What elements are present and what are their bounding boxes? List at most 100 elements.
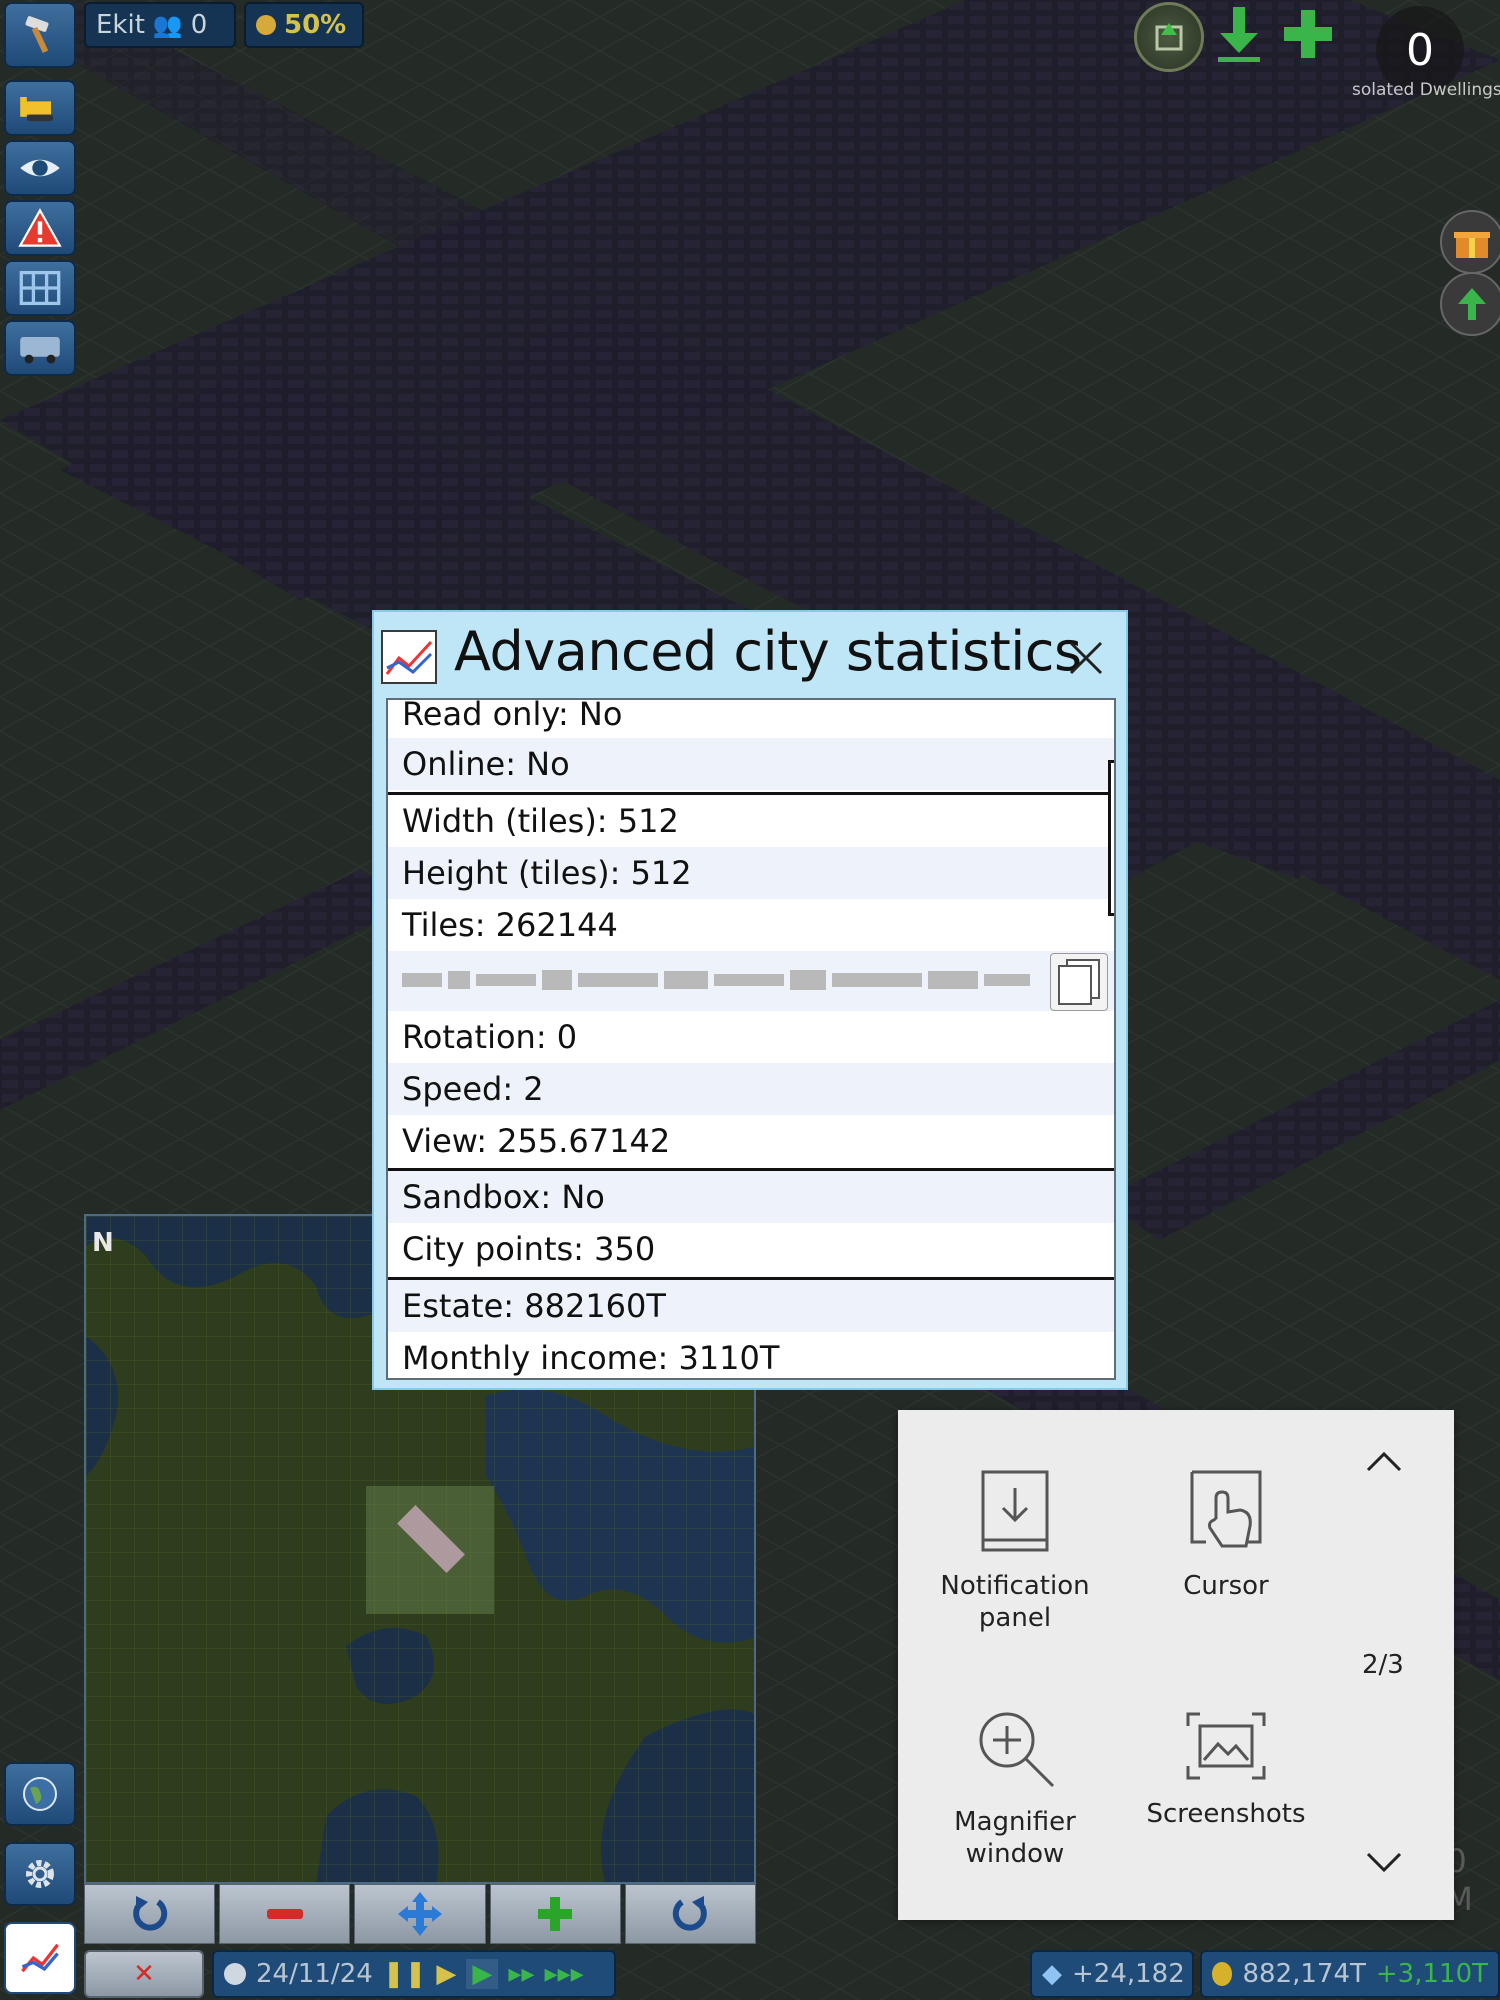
population-icon: 👥: [152, 11, 183, 39]
stat-row-tiles: Tiles: 262144: [402, 906, 618, 944]
game-date: 24/11/24: [256, 1959, 373, 1989]
plus-icon: [1284, 10, 1332, 58]
money-value: 882,174T: [1242, 1959, 1366, 1989]
city-name: Ekit: [96, 10, 145, 40]
minus-icon: [266, 1909, 303, 1919]
stat-row-width: Width (tiles): 512: [402, 802, 679, 840]
play-fast-button[interactable]: ▸▸: [508, 1959, 534, 1989]
magnifier-window-item[interactable]: Magnifier window: [915, 1706, 1115, 1870]
advanced-city-statistics-dialog: Advanced city statistics Read only: No O…: [372, 610, 1128, 1390]
screenshot-icon: [1186, 1712, 1266, 1780]
chevron-up-icon: [1366, 1451, 1402, 1472]
close-minimap-button[interactable]: ✕: [84, 1950, 204, 1998]
diamonds-value: +24,182: [1072, 1959, 1185, 1989]
vehicles-tool-button[interactable]: [4, 80, 76, 136]
diamonds-display[interactable]: ◆ +24,182: [1030, 1950, 1194, 1998]
scrambled-text-image: [402, 970, 1030, 990]
screenshots-label: Screenshots: [1146, 1799, 1306, 1829]
zoom-out-button[interactable]: [219, 1884, 351, 1944]
zoom-in-button[interactable]: [489, 1884, 621, 1944]
plus-icon: [538, 1897, 573, 1931]
next-page-button[interactable]: [1364, 1850, 1408, 1880]
bulldozer-icon: [20, 97, 54, 122]
stat-row-view: View: 255.67142: [402, 1122, 671, 1160]
world-button[interactable]: [4, 1762, 76, 1826]
population-count: 0: [190, 10, 208, 40]
money-display[interactable]: 882,174T +3,110T: [1200, 1950, 1500, 1998]
notification-panel-item[interactable]: Notification panel: [915, 1468, 1115, 1634]
minimap-controls: [84, 1884, 757, 1944]
happiness-pill[interactable]: 50%: [244, 2, 364, 48]
close-dialog-button[interactable]: [1060, 632, 1112, 684]
magnifier-icon: [979, 1712, 1055, 1788]
stat-row-sandbox: Sandbox: No: [388, 1171, 1114, 1223]
notification-panel-label-2: panel: [978, 1603, 1052, 1633]
view-tool-button[interactable]: [4, 140, 76, 196]
dwellings-label: solated Dwellings: [1352, 80, 1500, 100]
stat-row-online: Online: No: [388, 738, 1114, 790]
warning-icon: [18, 208, 62, 247]
copy-icon: [1058, 959, 1100, 1005]
center-view-button[interactable]: [354, 1884, 486, 1944]
statistics-list[interactable]: Read only: No Online: No Width (tiles): …: [386, 698, 1116, 1380]
date-speed-bar: 24/11/24 ❚❚ ▶ ▶ ▸▸ ▸▸▸: [212, 1950, 616, 1998]
dialog-titlebar: Advanced city statistics: [374, 612, 1126, 698]
download-arrow-icon: [1218, 7, 1260, 62]
grid-icon: [19, 270, 61, 306]
accessibility-menu: Notification panel Cursor Magnifier wind…: [898, 1410, 1454, 1920]
bus-icon: [20, 337, 60, 364]
money-delta: +3,110T: [1375, 1959, 1488, 1989]
rank-up-icon: [1155, 23, 1183, 51]
rank-up-button[interactable]: [1134, 2, 1204, 72]
rotate-left-button[interactable]: [624, 1884, 757, 1944]
rotate-ccw-icon: [673, 1896, 708, 1931]
upgrade-button[interactable]: [1440, 272, 1500, 336]
cursor-item[interactable]: Cursor: [1126, 1468, 1326, 1602]
gift-button[interactable]: [1440, 210, 1500, 274]
download-tray-icon: [981, 1470, 1049, 1552]
magnifier-label-2: window: [965, 1839, 1065, 1869]
build-tool-button[interactable]: [4, 2, 76, 68]
play-fastest-button[interactable]: ▸▸▸: [544, 1959, 583, 1989]
page-indicator: 2/3: [1362, 1650, 1404, 1680]
previous-page-button[interactable]: [1364, 1450, 1408, 1480]
diamond-icon: ◆: [1042, 1959, 1062, 1989]
add-button[interactable]: [1280, 6, 1336, 62]
city-statistics-button[interactable]: [4, 1922, 76, 1994]
coin-icon: [1212, 1962, 1233, 1986]
download-button[interactable]: [1214, 4, 1264, 64]
notification-panel-label-1: Notification: [940, 1571, 1090, 1601]
hand-cursor-icon: [1190, 1470, 1262, 1548]
list-scrollbar-thumb[interactable]: [1108, 760, 1114, 916]
stat-row-estate: Estate: 882160T: [388, 1280, 1114, 1332]
warnings-tool-button[interactable]: [4, 200, 76, 256]
eye-icon: [20, 159, 60, 177]
magnifier-label-1: Magnifier: [954, 1807, 1076, 1837]
dwellings-count: 0: [1406, 24, 1434, 76]
city-info-pill[interactable]: Ekit 👥 0: [84, 2, 236, 48]
play-normal-button[interactable]: ▶: [466, 1959, 499, 1989]
settings-button[interactable]: [4, 1842, 76, 1906]
close-icon: [1069, 641, 1103, 675]
stat-row-speed: Speed: 2: [388, 1063, 1114, 1115]
move-arrows-icon: [398, 1892, 442, 1936]
stat-row-scrambled-text: [388, 951, 1114, 1011]
transport-tool-button[interactable]: [4, 320, 76, 376]
happiness-icon: [256, 15, 276, 35]
gear-icon: [26, 1860, 54, 1888]
play-slow-button[interactable]: ▶: [436, 1959, 456, 1989]
happiness-value: 50%: [284, 10, 347, 40]
arrow-up-icon: [1458, 288, 1486, 320]
pause-button[interactable]: ❚❚: [383, 1959, 427, 1989]
cursor-label: Cursor: [1183, 1571, 1269, 1601]
screenshots-item[interactable]: Screenshots: [1126, 1710, 1326, 1830]
north-indicator: N: [92, 1228, 114, 1258]
calendar-icon: [224, 1963, 246, 1985]
copy-button[interactable]: [1050, 953, 1108, 1011]
grid-tool-button[interactable]: [4, 260, 76, 316]
chart-line-icon: [381, 630, 437, 684]
rotate-cw-icon: [132, 1896, 167, 1931]
rotate-right-button[interactable]: [84, 1884, 216, 1944]
globe-icon: [23, 1777, 57, 1811]
stat-row-height: Height (tiles): 512: [388, 847, 1114, 899]
